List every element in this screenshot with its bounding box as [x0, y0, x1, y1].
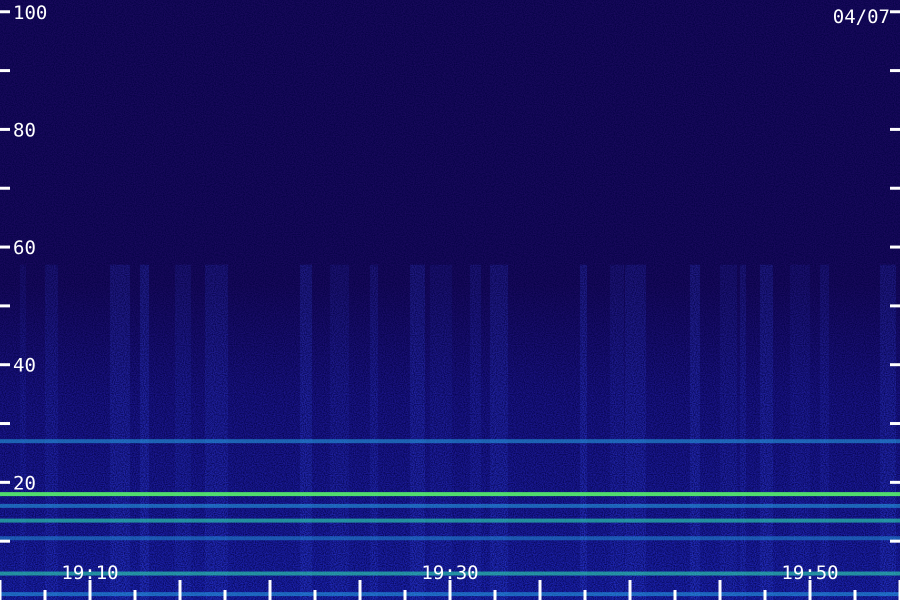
date-label: 04/07 [833, 6, 890, 28]
x-tick-label: 19:30 [421, 562, 478, 584]
y-tick-label: 80 [13, 119, 36, 141]
y-tick-label: 40 [13, 355, 36, 377]
spectrogram-chart: 20 40 60 80 100 19:10 19:30 19:50 04/07 [0, 0, 900, 600]
y-tick-label: 60 [13, 237, 36, 259]
emission-band [0, 492, 900, 497]
emission-band [0, 518, 900, 523]
y-tick-label: 20 [13, 472, 36, 494]
emission-band [0, 536, 900, 541]
y-tick-label: 100 [13, 2, 47, 24]
emission-band [0, 503, 900, 508]
noise-texture [0, 0, 900, 600]
emission-band [0, 439, 900, 444]
x-tick-label: 19:50 [781, 562, 838, 584]
x-tick-label: 19:10 [61, 562, 118, 584]
